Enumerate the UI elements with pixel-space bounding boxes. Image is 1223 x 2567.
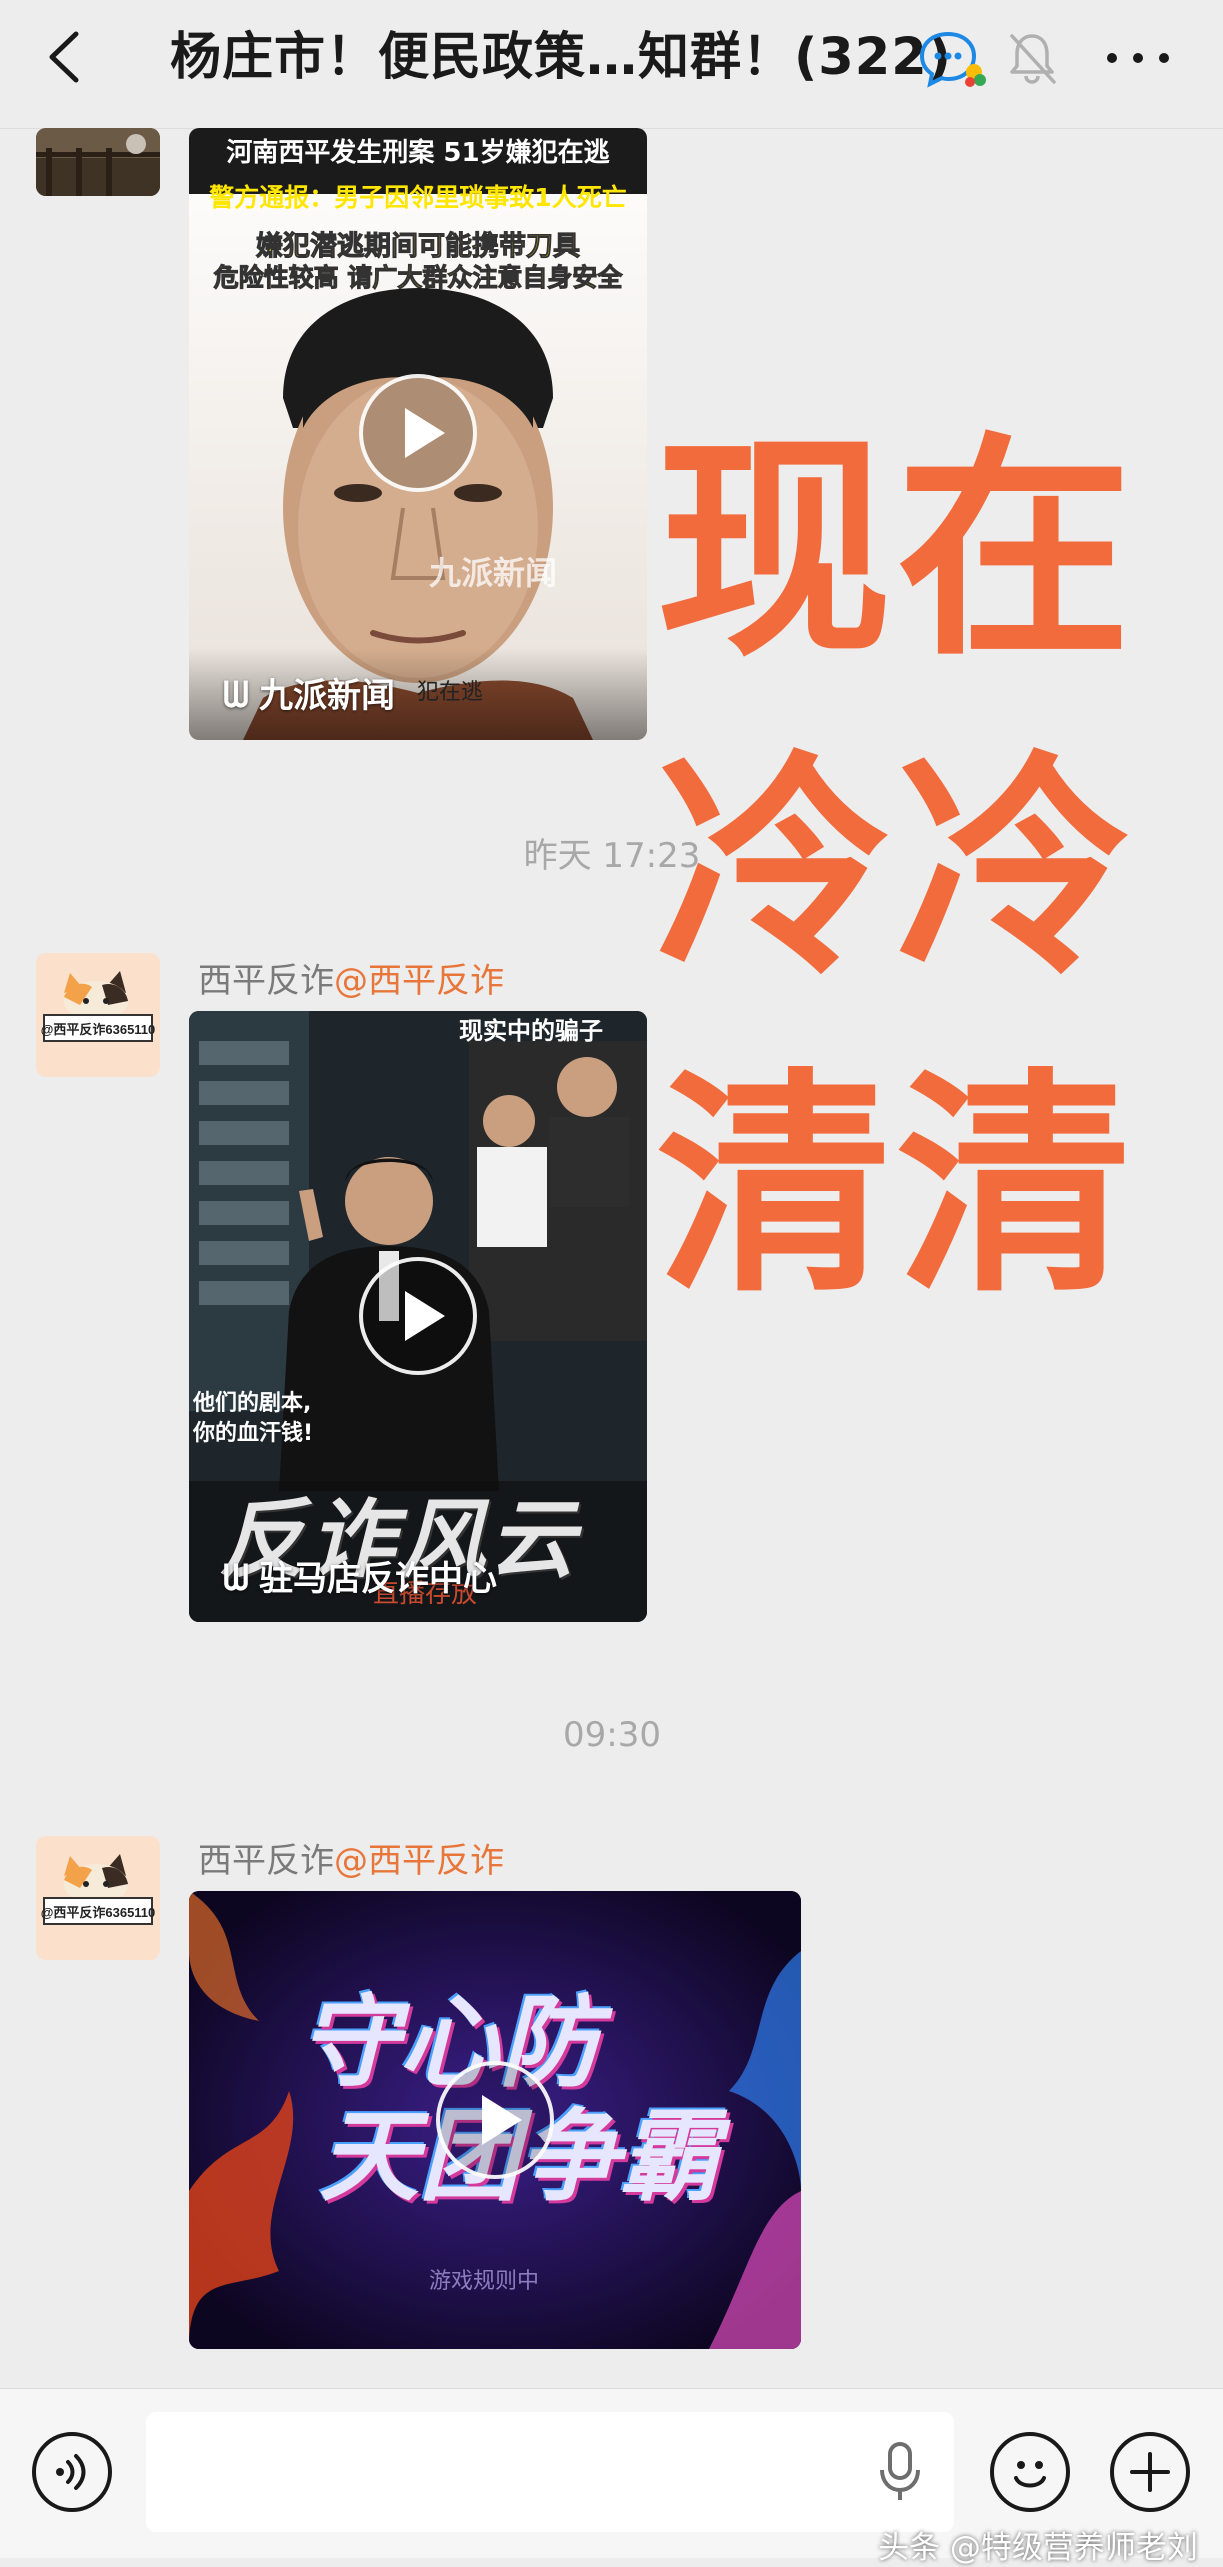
- overlay-text-line: 现在: [656, 413, 1137, 688]
- chat-title: 杨庄市！便民政策…知群！(322): [170, 28, 953, 87]
- more-button[interactable]: [1100, 28, 1176, 88]
- channels-logo-icon: ᗯ: [223, 675, 249, 716]
- sender-name: 西平反诈@西平反诈: [198, 961, 504, 1001]
- video-watermark: 九派新闻: [429, 554, 558, 592]
- message-input[interactable]: [146, 2412, 954, 2532]
- play-icon[interactable]: [359, 374, 477, 492]
- mic-icon: [880, 2442, 920, 2500]
- mic-button[interactable]: [876, 2440, 924, 2504]
- emoji-icon: [1014, 2461, 1046, 2488]
- bell-muted-icon: [1004, 28, 1060, 88]
- video-message[interactable]: 守心防 天团争霸 游戏规则中: [189, 1891, 801, 2349]
- sender-name: 西平反诈@西平反诈: [198, 1841, 504, 1881]
- avatar[interactable]: @西平反诈6365110: [36, 1836, 160, 1960]
- source-watermark: 头条 @特级营养师老刘: [878, 2530, 1198, 2566]
- avatar[interactable]: @西平反诈6365110: [36, 953, 160, 1077]
- timestamp: 09:30: [563, 1715, 661, 1755]
- back-button[interactable]: [38, 24, 98, 90]
- video-small-text: 游戏规则中: [429, 2269, 540, 2294]
- avatar[interactable]: [36, 128, 160, 196]
- emoji-button[interactable]: [990, 2432, 1070, 2512]
- video-subtitle: 你的血汗钱!: [193, 1421, 314, 1446]
- video-caption-fragment: 犯在逃: [417, 680, 484, 705]
- video-subtitle: 他们的剧本,: [193, 1391, 312, 1416]
- plus-button[interactable]: [1110, 2432, 1190, 2512]
- video-message[interactable]: 河南西平发生刑案 51岁嫌犯在逃 警方通报：男子因邻里琐事致1人死亡 嫌犯潜逃期…: [189, 128, 647, 740]
- video-source: ᗯ 九派新闻: [223, 675, 395, 716]
- chevron-left-icon: [49, 31, 79, 83]
- overlay-text-line: 冷冷: [656, 731, 1137, 1006]
- voice-icon: [56, 2454, 86, 2490]
- video-tag: 现实中的骗子: [459, 1017, 603, 1045]
- group-chat-icon[interactable]: [918, 28, 990, 92]
- play-icon[interactable]: [436, 2061, 554, 2179]
- plus-icon: [1130, 2452, 1170, 2492]
- video-headline: 河南西平发生刑案 51岁嫌犯在逃: [226, 138, 610, 168]
- avatar-text: @西平反诈6365110: [41, 1022, 156, 1037]
- more-dots-icon: [1107, 53, 1169, 63]
- video-subtitle: 警方通报：男子因邻里琐事致1人死亡: [209, 183, 627, 212]
- video-source: ᗯ 驻马店反诈中心: [223, 1558, 497, 1599]
- video-message[interactable]: 现实中的骗子 他们的剧本, 你的血汗钱! 反诈风云 直播存放 ᗯ 驻马店反诈中心: [189, 1011, 647, 1622]
- overlay-text-line: 清清: [656, 1049, 1137, 1324]
- voice-button[interactable]: [32, 2432, 112, 2512]
- avatar-text: @西平反诈6365110: [41, 1905, 156, 1920]
- play-icon[interactable]: [359, 1257, 477, 1375]
- channels-logo-icon: ᗯ: [223, 1558, 249, 1599]
